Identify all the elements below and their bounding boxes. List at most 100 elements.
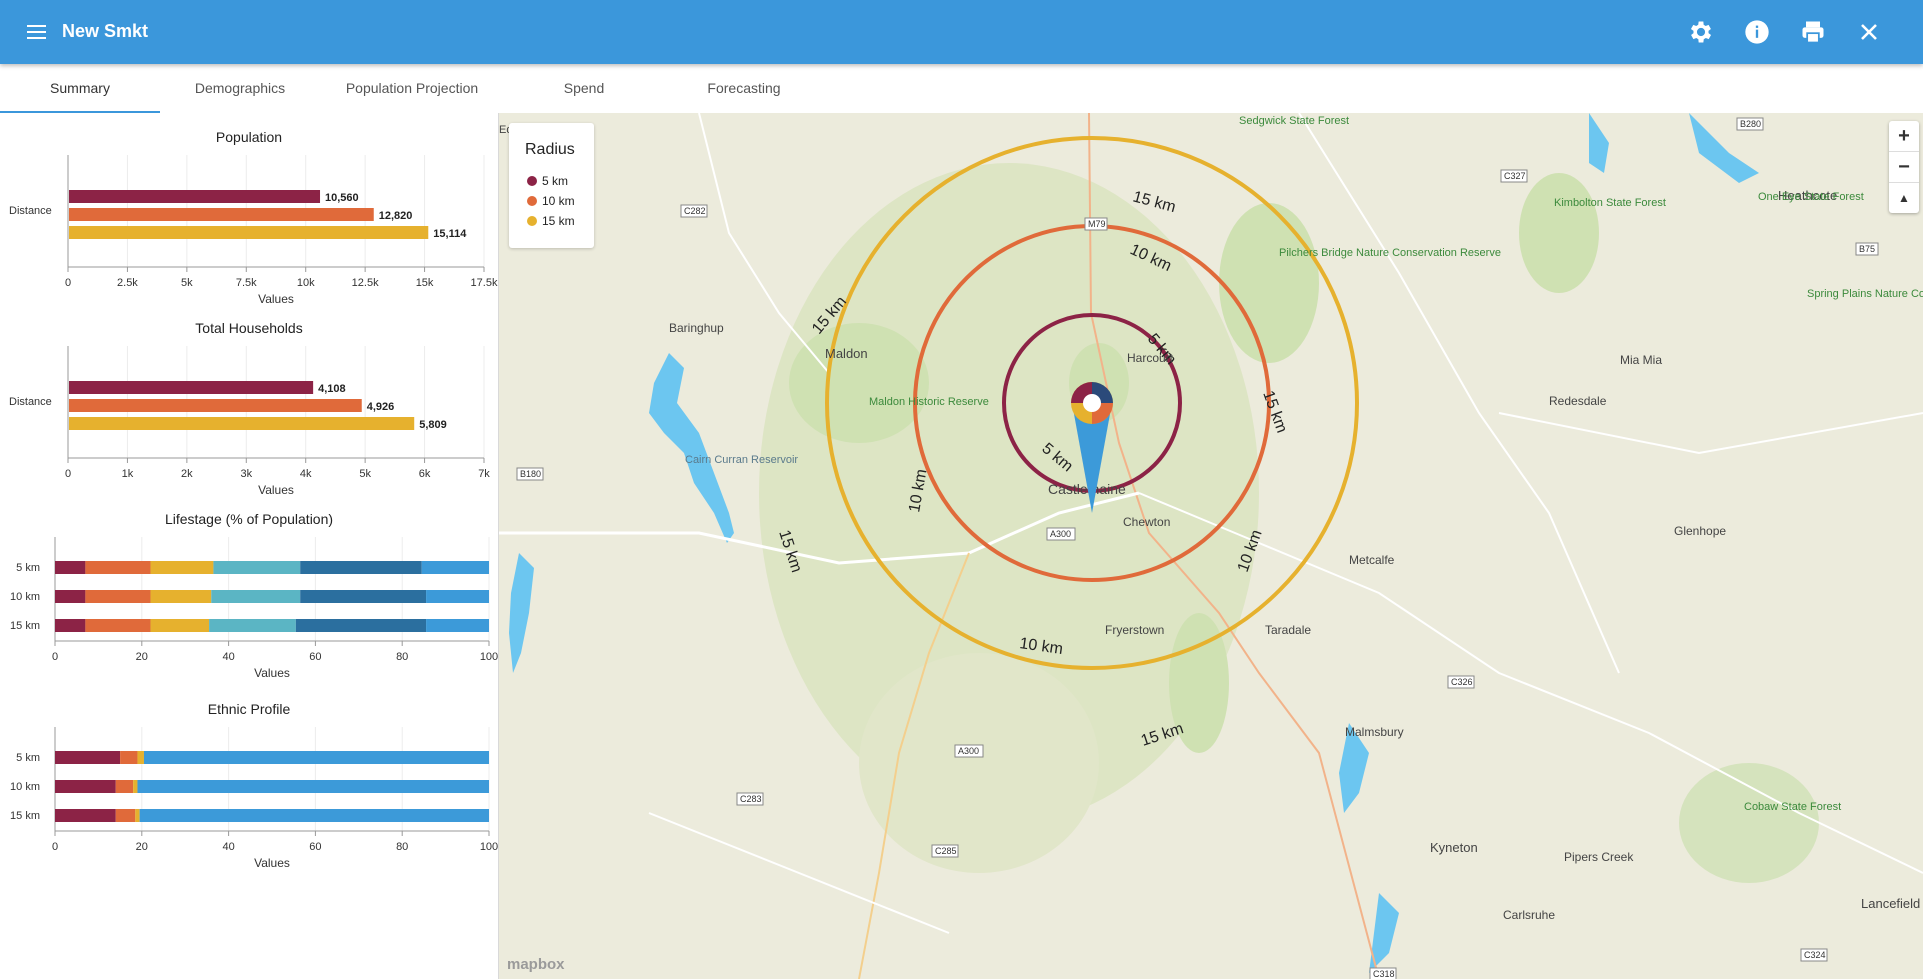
- x-tick-label: 40: [222, 651, 234, 663]
- road-c326: C326: [1451, 677, 1473, 687]
- road-a300-2: A300: [958, 746, 979, 756]
- info-icon[interactable]: [1743, 18, 1771, 46]
- legend-label-10km: 10 km: [542, 194, 575, 208]
- place-sedgwick: Sedgwick State Forest: [1239, 115, 1349, 127]
- place-redesdale: Redesdale: [1549, 394, 1607, 408]
- legend-swatch-10km: [527, 196, 537, 206]
- close-icon[interactable]: [1855, 18, 1883, 46]
- tab-forecasting[interactable]: Forecasting: [664, 64, 824, 113]
- stacked-segment: [150, 561, 214, 574]
- road-c282: C282: [684, 206, 706, 216]
- road-b75: B75: [1859, 244, 1875, 254]
- mapbox-logo[interactable]: mapbox: [507, 956, 565, 973]
- stacked-segment: [85, 619, 151, 632]
- x-tick-label: 100: [480, 651, 498, 663]
- legend-label-5km: 5 km: [542, 174, 569, 188]
- road-c283: C283: [740, 794, 762, 804]
- tab-population-projection[interactable]: Population Projection: [320, 64, 504, 113]
- stacked-segment: [55, 590, 86, 603]
- stacked-segment: [137, 751, 144, 764]
- legend-swatch-5km: [527, 176, 537, 186]
- legend-item-15km: 15 km: [527, 214, 575, 228]
- map-canvas[interactable]: 5 km 5 km 10 km 10 km 10 km 10 km 15 km …: [499, 113, 1923, 979]
- x-tick-label: 4k: [300, 468, 312, 480]
- road-c327: C327: [1504, 171, 1526, 181]
- zoom-in-button[interactable]: +: [1889, 121, 1919, 152]
- ethnic-chart: 0 20 40 60 80 100 5 km 10 km 15 km Values: [10, 727, 498, 870]
- place-mia-mia: Mia Mia: [1620, 353, 1662, 367]
- stacked-segment: [135, 809, 140, 822]
- tab-spend[interactable]: Spend: [504, 64, 664, 113]
- place-metcalfe: Metcalfe: [1349, 553, 1395, 567]
- road-c318: C318: [1373, 969, 1395, 979]
- legend-swatch-15km: [527, 216, 537, 226]
- compass-icon[interactable]: ▲: [1889, 183, 1919, 213]
- bar-value-label: 10,560: [325, 192, 359, 204]
- y-category-label: 5 km: [16, 562, 40, 574]
- population-chart-title: Population: [215, 129, 283, 145]
- stacked-segment: [421, 561, 489, 574]
- road-c285: C285: [935, 846, 957, 856]
- stacked-segment: [143, 751, 489, 764]
- households-chart-title: Total Households: [195, 320, 303, 336]
- place-pilchers-bridge: Pilchers Bridge Nature Conservation Rese…: [1279, 247, 1501, 259]
- map-zoom-controls: + − ▲: [1889, 121, 1919, 213]
- legend-title: Radius: [525, 141, 575, 158]
- y-category-label: 15 km: [10, 810, 40, 822]
- map[interactable]: 5 km 5 km 10 km 10 km 10 km 10 km 15 km …: [499, 113, 1923, 979]
- stacked-segment: [115, 780, 134, 793]
- y-category-label: Distance: [9, 205, 52, 217]
- stacked-segment: [85, 590, 151, 603]
- x-tick-label: 80: [396, 651, 408, 663]
- road-b180-1: B180: [520, 469, 541, 479]
- place-maldon-reserve: Maldon Historic Reserve: [869, 396, 989, 408]
- place-cobaw: Cobaw State Forest: [1744, 801, 1841, 813]
- x-tick-label: 0: [52, 651, 58, 663]
- stacked-segment: [426, 619, 489, 632]
- place-glenhope: Glenhope: [1674, 524, 1726, 538]
- x-tick-label: 1k: [122, 468, 134, 480]
- x-tick-label: 2.5k: [117, 277, 138, 289]
- bar-value-label: 4,108: [318, 383, 346, 395]
- place-one-eye: One Eye State Forest: [1758, 191, 1864, 203]
- stacked-segment: [137, 780, 489, 793]
- place-kyneton: Kyneton: [1430, 840, 1478, 855]
- x-tick-label: 40: [222, 841, 234, 853]
- ethnic-chart-title: Ethnic Profile: [207, 701, 291, 717]
- legend-item-5km: 5 km: [527, 174, 568, 188]
- gear-icon[interactable]: [1687, 18, 1715, 46]
- lifestage-chart-title: Lifestage (% of Population): [164, 511, 334, 527]
- place-malmsbury: Malmsbury: [1345, 725, 1404, 739]
- lifestage-chart: 0 20 40 60 80 100 5 km 10 km 15 km Values: [10, 537, 498, 680]
- stacked-segment: [120, 751, 138, 764]
- stacked-segment: [213, 561, 301, 574]
- road-a300-1: A300: [1050, 529, 1071, 539]
- x-axis-title: Values: [258, 292, 294, 306]
- x-tick-label: 0: [65, 468, 71, 480]
- printer-icon[interactable]: [1799, 18, 1827, 46]
- road-c324: C324: [1804, 950, 1826, 960]
- road-b280: B280: [1740, 119, 1761, 129]
- population-chart: 0 2.5k 5k 7.5k 10k 12.5k 15k 17.5k Distance 10,56…: [9, 155, 498, 306]
- place-maldon: Maldon: [825, 346, 868, 361]
- x-tick-label: 60: [309, 841, 321, 853]
- stacked-segment: [426, 590, 489, 603]
- bar-value-label: 15,114: [433, 228, 467, 240]
- zoom-out-button[interactable]: −: [1889, 152, 1919, 183]
- menu-icon[interactable]: [20, 18, 56, 46]
- legend-label-15km: 15 km: [542, 214, 575, 228]
- stacked-segment: [211, 590, 301, 603]
- tab-demographics[interactable]: Demographics: [160, 64, 320, 113]
- x-tick-label: 17.5k: [471, 277, 498, 289]
- place-kimbolton: Kimbolton State Forest: [1554, 197, 1666, 209]
- stacked-segment: [55, 809, 116, 822]
- tab-summary[interactable]: Summary: [0, 64, 160, 113]
- x-tick-label: 60: [309, 651, 321, 663]
- stacked-segment: [300, 590, 427, 603]
- place-cairn-curran: Cairn Curran Reservoir: [685, 454, 798, 466]
- stacked-segment: [133, 780, 138, 793]
- x-tick-label: 100: [480, 841, 498, 853]
- x-tick-label: 10k: [297, 277, 315, 289]
- x-tick-label: 7k: [478, 468, 490, 480]
- stacked-segment: [85, 561, 151, 574]
